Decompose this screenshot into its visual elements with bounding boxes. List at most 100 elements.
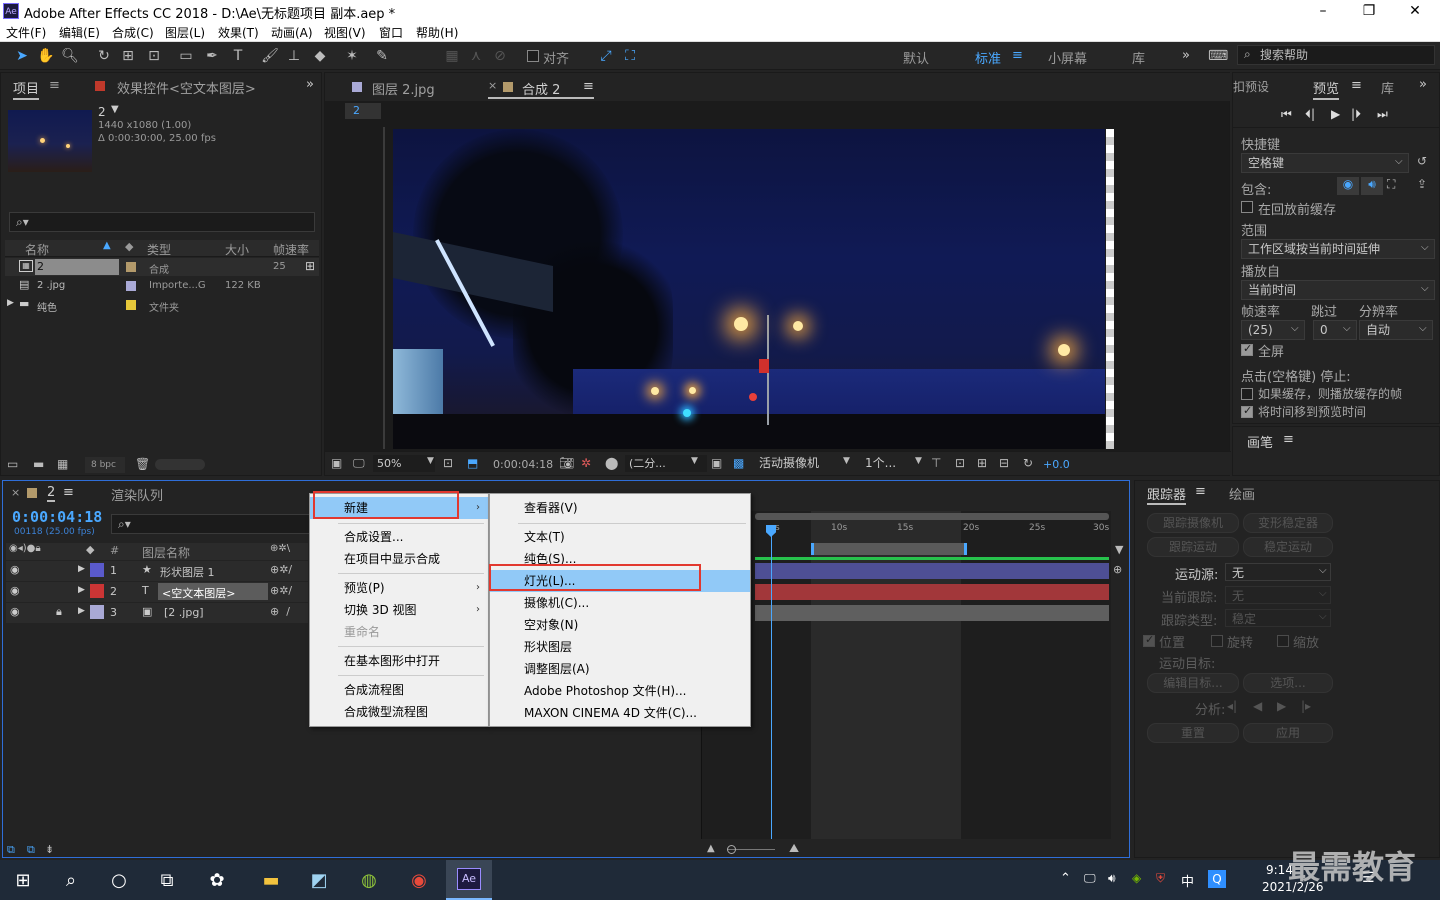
chevron-down-icon[interactable]: ⌵ (1319, 565, 1327, 576)
tab-layer[interactable]: 图层 2.jpg (372, 79, 435, 98)
table-row[interactable]: ▦ 2 合成 25 ⊞ (5, 258, 319, 276)
tab-effects-presets[interactable]: 扣预设 (1233, 78, 1269, 95)
always-preview-icon[interactable]: ▣ (331, 456, 342, 470)
menu-item-preview[interactable]: 预览(P) › (310, 577, 488, 599)
motion-source-select[interactable]: 无 (1225, 563, 1331, 581)
submenu-item-photoshop-file[interactable]: Adobe Photoshop 文件(H)... (490, 680, 750, 702)
cortana-icon[interactable]: ○ (106, 868, 132, 894)
region-of-interest-icon[interactable]: ⊡ (443, 456, 453, 470)
channel-color-icon[interactable]: ⬤ (605, 456, 618, 470)
layer-track-bar[interactable] (755, 563, 1109, 579)
reset-exposure-icon[interactable]: ↻ (1023, 456, 1033, 470)
track-type-select[interactable]: 稳定 (1225, 609, 1331, 627)
shortcut-select[interactable]: 空格键 (1241, 153, 1409, 173)
item-dropdown-icon[interactable]: ▼ (111, 104, 119, 115)
preview-tab-menu-icon[interactable]: ≡ (1351, 78, 1362, 93)
cache-before-checkbox[interactable] (1241, 201, 1253, 213)
timeline-search-input[interactable]: ⌕▾ (111, 514, 311, 534)
transparency-grid-icon[interactable]: ▩ (733, 456, 744, 470)
eye-icon[interactable]: ◉ (10, 584, 20, 597)
column-type[interactable]: 类型 (147, 241, 171, 258)
chevron-down-icon[interactable]: ▼ (843, 456, 850, 466)
analyze-forward-play-icon[interactable]: ▶ (1277, 699, 1286, 713)
maximize-button[interactable]: ❐ (1346, 0, 1392, 22)
menu-window[interactable]: 窗口 (379, 24, 403, 41)
comp-marker-icon[interactable]: ▼ (1115, 543, 1123, 556)
work-area-bar[interactable] (811, 543, 967, 555)
reset-button[interactable]: 重置 (1147, 723, 1239, 743)
column-frame-rate[interactable]: 帧速率 (273, 241, 309, 258)
composition-button-icon[interactable]: ⊕ (1113, 563, 1122, 576)
analyze-forward-icon[interactable]: |▸ (1301, 699, 1311, 713)
flowchart-icon[interactable]: ⊞ (305, 259, 315, 273)
snap-features-icon[interactable]: ⛶ (620, 46, 640, 66)
volume-icon[interactable]: 🔊︎ (1108, 871, 1116, 886)
tab-paint[interactable]: 绘画 (1229, 484, 1255, 503)
expand-arrow-icon[interactable]: ▶ (7, 298, 14, 308)
comp-breadcrumb[interactable]: 2 (345, 103, 381, 119)
layer-label-color[interactable] (90, 563, 104, 577)
next-frame-icon[interactable]: |⏵ (1351, 107, 1361, 122)
play-from-select[interactable]: 当前时间 (1241, 280, 1435, 300)
close-tab-icon[interactable]: × (11, 486, 20, 499)
pan-behind-tool-icon[interactable]: ⊡ (144, 46, 164, 66)
viewer-timecode[interactable]: 0:00:04:18 (493, 458, 553, 471)
view-axis-icon[interactable]: ⊘ (490, 46, 510, 66)
project-tab-menu-icon[interactable]: ≡ (49, 78, 60, 93)
timeline-tab-menu-icon[interactable]: ≡ (63, 485, 74, 500)
include-audio-icon[interactable]: 🔊︎ (1361, 177, 1383, 195)
workspace-standard[interactable]: 标准 (975, 48, 1001, 67)
camera-tool-icon[interactable]: ⊞ (118, 46, 138, 66)
menu-item-rename[interactable]: 重命名 (310, 621, 488, 643)
comp-tab-menu-icon[interactable]: ≡ (583, 79, 594, 94)
zoom-select[interactable]: 50% (373, 455, 435, 472)
world-axis-icon[interactable]: ⋏ (466, 46, 486, 66)
tab-effect-controls[interactable]: 效果控件<空文本图层> (117, 78, 256, 97)
show-hidden-icons[interactable]: ⌃ (1060, 871, 1071, 886)
snapshot-icon[interactable]: 📷︎ (559, 456, 574, 470)
layer-row[interactable]: ◉ ▶ 2 T <空文本图层> ⊕✲/ (6, 582, 308, 602)
layer-name[interactable]: 形状图层 1 (160, 564, 215, 580)
layer-label-color[interactable] (90, 605, 104, 619)
layer-track-bar[interactable] (755, 605, 1109, 621)
reset-icon[interactable]: ↺ (1417, 154, 1427, 168)
tab-render-queue[interactable]: 渲染队列 (111, 485, 163, 504)
project-search-input[interactable]: ⌕▾ (9, 212, 315, 232)
snap-checkbox[interactable] (527, 50, 539, 62)
ime-indicator[interactable]: 中 (1181, 871, 1194, 890)
file-explorer-icon[interactable]: ▬ (258, 868, 284, 894)
menu-composition[interactable]: 合成(C) (112, 24, 154, 41)
submenu-item-null-object[interactable]: 空对象(N) (490, 614, 750, 636)
include-video-icon[interactable]: ◉ (1337, 177, 1359, 195)
label-column-icon[interactable]: ◆ (125, 240, 133, 253)
first-frame-icon[interactable]: ⏮ (1281, 107, 1292, 122)
monitor-icon[interactable]: 🖵︎ (353, 456, 365, 471)
stabilize-motion-button[interactable]: 稳定运动 (1243, 537, 1333, 557)
lock-icon[interactable]: 🔒︎ (56, 605, 62, 619)
playhead-handle[interactable] (766, 525, 776, 537)
chevron-down-icon[interactable]: ▼ (427, 456, 434, 466)
edit-target-button[interactable]: 编辑目标... (1147, 673, 1239, 693)
help-search-input[interactable]: 搜索帮助 (1237, 45, 1435, 65)
windows-start-icon[interactable]: ⊞ (10, 868, 36, 894)
layer-switches-icon[interactable]: ⊕ / (270, 605, 290, 618)
range-select[interactable]: 工作区域按当前时间延伸 (1241, 239, 1435, 259)
track-area[interactable]: s 10s 15s 20s 25s 30s (701, 511, 1111, 839)
rotate-tool-icon[interactable]: ↻ (94, 46, 114, 66)
menu-edit[interactable]: 编辑(E) (59, 24, 100, 41)
play-icon[interactable]: ▶ (1331, 107, 1340, 121)
column-size[interactable]: 大小 (225, 241, 249, 258)
table-row[interactable]: ▶ ▬ 纯色 文件夹 (5, 296, 319, 314)
column-layer-name[interactable]: 图层名称 (142, 544, 190, 561)
safe-zones-icon[interactable]: ⬒ (467, 456, 478, 470)
chrome-icon[interactable]: ◉ (406, 868, 432, 894)
minimize-button[interactable]: – (1300, 0, 1346, 22)
warp-stabilizer-button[interactable]: 变形稳定器 (1243, 513, 1333, 533)
tab-brush[interactable]: 画笔 (1247, 432, 1273, 451)
toggle-pixel-aspect-icon[interactable]: ⊤ (931, 456, 941, 470)
new-folder-icon[interactable]: ▬ (33, 457, 44, 471)
options-button[interactable]: 选项... (1243, 673, 1333, 693)
current-track-select[interactable]: 无 (1225, 586, 1331, 604)
close-button[interactable]: ✕ (1392, 0, 1438, 22)
menu-effect[interactable]: 效果(T) (218, 24, 259, 41)
